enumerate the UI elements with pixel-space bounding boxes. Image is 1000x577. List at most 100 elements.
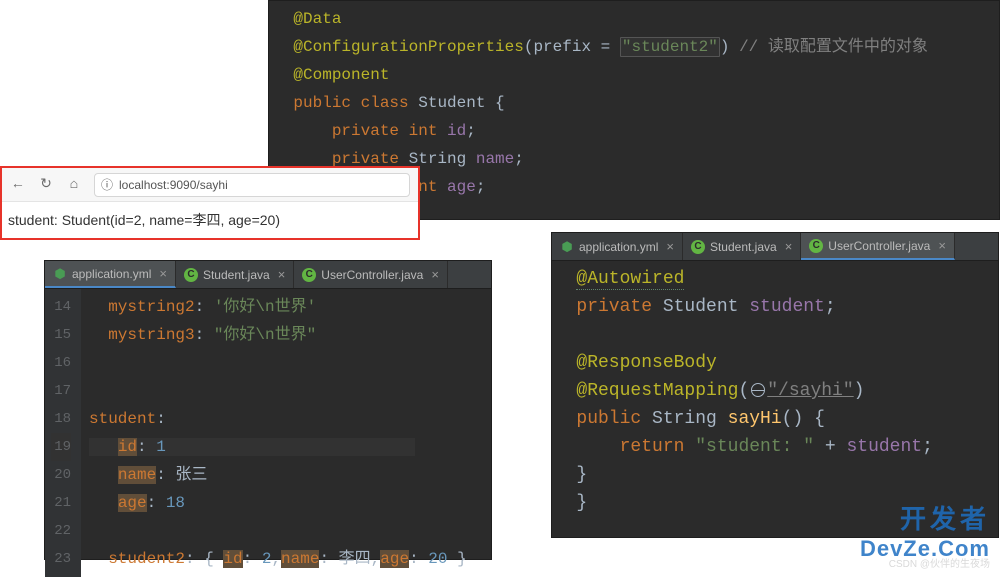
keyword: public bbox=[576, 409, 652, 429]
semi: ; bbox=[922, 437, 933, 457]
tab-application-yml[interactable]: ⬢ application.yml × bbox=[45, 261, 176, 288]
method-sayhi: sayHi bbox=[728, 409, 782, 429]
tab-usercontroller-java[interactable]: C UserController.java × bbox=[801, 233, 955, 260]
tab-label: UserController.java bbox=[321, 268, 423, 282]
yml-file-icon: ⬢ bbox=[560, 240, 574, 254]
browser-toolbar: ← ↻ ⌂ ⓘ localhost:9090/sayhi bbox=[2, 168, 418, 202]
tab-label: UserController.java bbox=[828, 239, 930, 253]
java-class-icon: C bbox=[184, 268, 198, 282]
string-literal: '你好\n世界' bbox=[214, 298, 316, 316]
browser-output-box: ← ↻ ⌂ ⓘ localhost:9090/sayhi student: St… bbox=[0, 166, 420, 240]
yaml-key-id: id bbox=[223, 550, 242, 568]
yaml-key-id: id bbox=[118, 438, 137, 456]
string-literal: "student: " bbox=[695, 437, 814, 457]
brace: : { bbox=[185, 550, 223, 568]
usercontroller-editor: ⬢ application.yml × C Student.java × C U… bbox=[551, 232, 999, 538]
field-id: id bbox=[447, 122, 466, 140]
close-icon[interactable]: × bbox=[785, 239, 793, 254]
globe-icon[interactable] bbox=[751, 383, 765, 397]
yaml-key: mystring2 bbox=[108, 298, 194, 316]
brace: } bbox=[576, 465, 587, 485]
colon: : bbox=[137, 438, 156, 456]
yaml-key-name: name bbox=[118, 466, 156, 484]
home-icon[interactable]: ⌂ bbox=[66, 177, 82, 193]
close-icon[interactable]: × bbox=[431, 267, 439, 282]
anno-autowired: @Autowired bbox=[576, 269, 684, 290]
tab-student-java[interactable]: C Student.java × bbox=[176, 261, 294, 288]
semi: ; bbox=[825, 297, 836, 317]
tab-student-java[interactable]: C Student.java × bbox=[683, 233, 801, 260]
semi: ; bbox=[514, 150, 524, 168]
refresh-icon[interactable]: ↻ bbox=[38, 176, 54, 193]
colon: : bbox=[319, 550, 338, 568]
line-number: 19 bbox=[51, 433, 71, 461]
yaml-val: 2 bbox=[262, 550, 272, 568]
class-name: Student bbox=[418, 94, 495, 112]
paren: ( bbox=[738, 381, 749, 401]
yaml-key-age: age bbox=[380, 550, 409, 568]
semi: ; bbox=[476, 178, 486, 196]
keyword: return bbox=[576, 437, 695, 457]
string-url: "/sayhi" bbox=[767, 381, 853, 401]
anno-data: @Data bbox=[293, 10, 341, 28]
close-icon[interactable]: × bbox=[938, 238, 946, 253]
watermark-text: 开发者 bbox=[860, 499, 990, 536]
anno-responsebody: @ResponseBody bbox=[576, 353, 716, 373]
colon: : bbox=[243, 550, 262, 568]
code-area[interactable]: @Autowired private Student student; @Res… bbox=[552, 261, 998, 521]
line-number: 17 bbox=[51, 377, 71, 405]
field-name: name bbox=[476, 150, 514, 168]
gutter bbox=[552, 261, 568, 521]
code-content[interactable]: mystring2: '你好\n世界' mystring3: "你好\n世界" … bbox=[81, 289, 475, 577]
line-number: 20 bbox=[51, 461, 71, 489]
plus: + bbox=[814, 437, 846, 457]
colon: : bbox=[156, 466, 175, 484]
colon: : bbox=[195, 298, 214, 316]
colon: : bbox=[147, 494, 166, 512]
field-age: age bbox=[447, 178, 476, 196]
caret-highlight: "student2" bbox=[620, 37, 720, 57]
string-literal: "你好\n世界" bbox=[214, 326, 316, 344]
semi: ; bbox=[466, 122, 476, 140]
field-student: student bbox=[846, 437, 922, 457]
java-class-icon: C bbox=[691, 240, 705, 254]
string-literal: "student2" bbox=[620, 37, 720, 57]
browser-page-content: student: Student(id=2, name=李四, age=20) bbox=[2, 202, 418, 238]
colon: : bbox=[195, 326, 214, 344]
paren: ) bbox=[854, 381, 865, 401]
keyword: private bbox=[576, 297, 662, 317]
type: Student bbox=[663, 297, 749, 317]
url-text: localhost:9090/sayhi bbox=[119, 178, 228, 192]
close-icon[interactable]: × bbox=[666, 239, 674, 254]
yaml-key-student: student bbox=[89, 410, 156, 428]
colon: : bbox=[409, 550, 428, 568]
back-icon[interactable]: ← bbox=[10, 177, 26, 193]
line-number: 21 bbox=[51, 489, 71, 517]
paren: (prefix = bbox=[524, 38, 620, 56]
watermark: 开发者 DevZe.Com bbox=[860, 499, 990, 562]
tab-application-yml[interactable]: ⬢ application.yml × bbox=[552, 233, 683, 260]
yml-file-icon: ⬢ bbox=[53, 267, 67, 281]
brace: () { bbox=[782, 409, 825, 429]
line-number: 23 bbox=[51, 545, 71, 573]
line-number: 16 bbox=[51, 349, 71, 377]
yaml-key-name: name bbox=[281, 550, 319, 568]
brace: { bbox=[495, 94, 505, 112]
keyword: public class bbox=[293, 94, 418, 112]
colon: : bbox=[156, 410, 166, 428]
code-area[interactable]: 14 15 16 17 18 19 20 21 22 23 mystring2:… bbox=[45, 289, 491, 577]
close-icon[interactable]: × bbox=[278, 267, 286, 282]
line-number: 15 bbox=[51, 321, 71, 349]
code-content[interactable]: @Autowired private Student student; @Res… bbox=[568, 261, 941, 521]
java-class-icon: C bbox=[302, 268, 316, 282]
line-number: 18 bbox=[51, 405, 71, 433]
tab-bar: ⬢ application.yml × C Student.java × C U… bbox=[552, 233, 998, 261]
yaml-val: 1 bbox=[156, 438, 166, 456]
tab-usercontroller-java[interactable]: C UserController.java × bbox=[294, 261, 448, 288]
url-bar[interactable]: ⓘ localhost:9090/sayhi bbox=[94, 173, 410, 197]
tab-bar: ⬢ application.yml × C Student.java × C U… bbox=[45, 261, 491, 289]
yaml-val: 张三 bbox=[175, 466, 207, 484]
tab-label: application.yml bbox=[579, 240, 658, 254]
close-icon[interactable]: × bbox=[159, 266, 167, 281]
brace: } bbox=[448, 550, 467, 568]
